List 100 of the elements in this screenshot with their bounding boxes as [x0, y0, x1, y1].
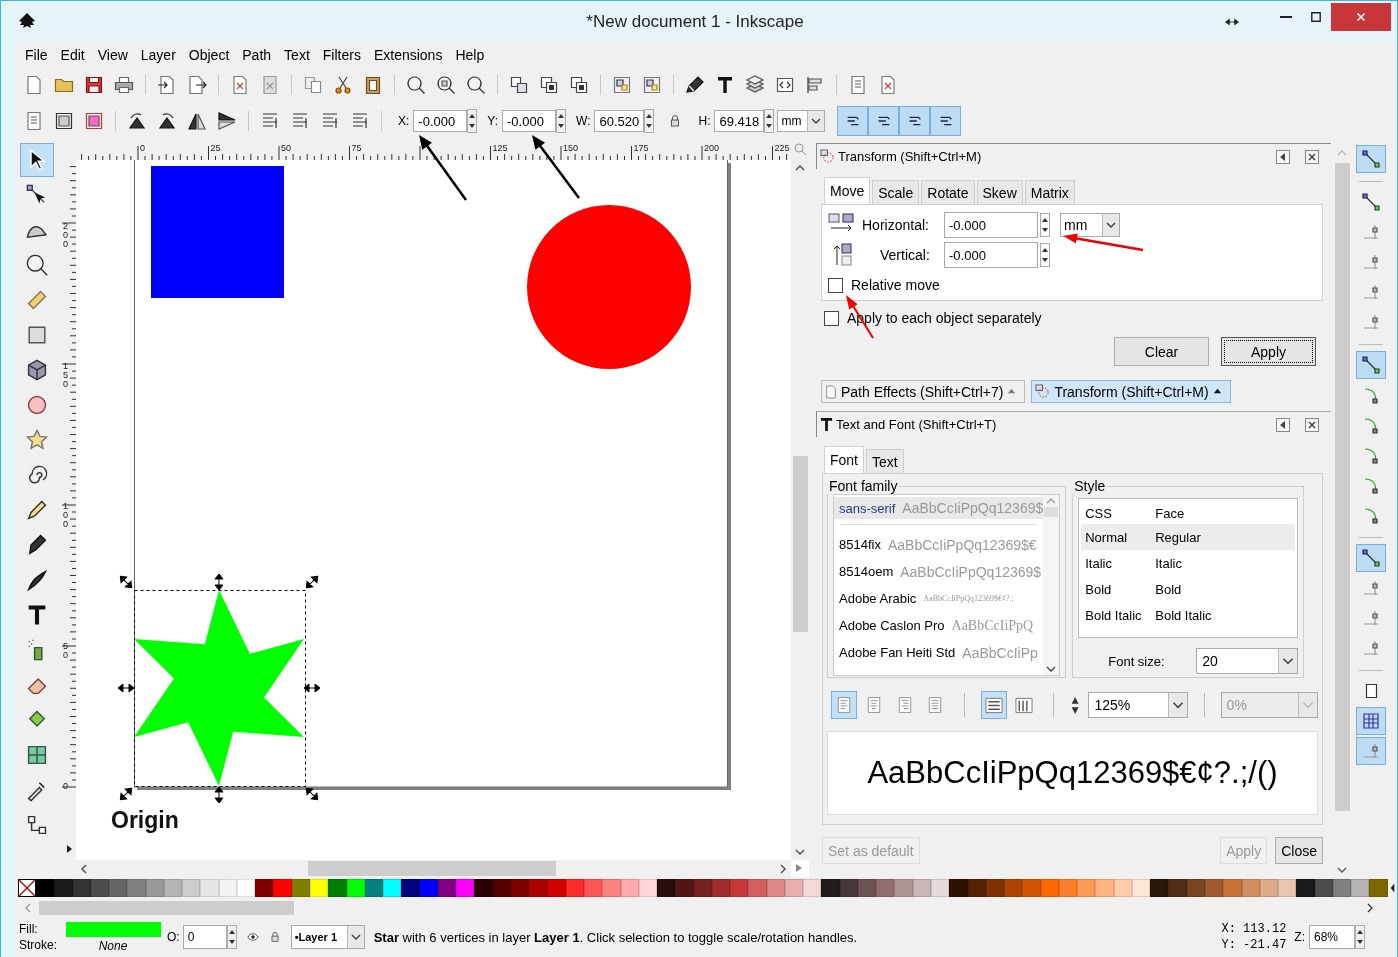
unit-dropdown[interactable]: mm	[777, 110, 826, 132]
menu-item[interactable]: Layer	[140, 47, 176, 63]
menu-item[interactable]: Filters	[322, 47, 361, 63]
x-label: X:	[398, 114, 410, 128]
clear-button[interactable]: Clear	[1114, 337, 1209, 366]
font-name: 8514fix	[839, 537, 881, 552]
font-name: Adobe Fan Heiti Std	[839, 645, 956, 660]
font-sample: AaBbCcIiPpQ	[951, 617, 1034, 634]
height-label: H:	[698, 114, 711, 128]
vertical-field[interactable]: -0.000	[944, 242, 1038, 268]
ruler-label: 100	[63, 501, 68, 529]
unit-dropdown[interactable]: mm	[1060, 213, 1120, 237]
line-spacing-combo[interactable]: 125%	[1088, 692, 1188, 718]
y-field[interactable]: -0.000	[502, 110, 557, 132]
font-row[interactable]: sans-serif AaBbCcIiPpQq12369$	[834, 497, 1044, 519]
stroke-label: Stroke:	[19, 938, 58, 952]
tab[interactable]: Skew	[976, 180, 1023, 204]
style-row[interactable]: Bold Italic Bold Italic	[1081, 602, 1296, 628]
panel-title: Transform (Shift+Ctrl+M)	[838, 149, 982, 164]
font-row[interactable]: 8514oem AaBbCcIiPpQq12369$	[834, 558, 1044, 585]
menu-item[interactable]: View	[97, 47, 128, 63]
frame-label: Style	[1073, 478, 1107, 494]
style-face: Regular	[1155, 529, 1201, 545]
menu-item[interactable]: Edit	[60, 47, 85, 63]
ruler-label: 50	[63, 641, 68, 660]
frame-label: Font family	[828, 478, 899, 494]
ruler-label: 200	[704, 143, 720, 153]
panel-title: Text and Font (Shift+Ctrl+T)	[836, 417, 997, 432]
font-name: sans-serif	[839, 500, 896, 516]
style-row[interactable]: Bold Bold	[1081, 576, 1296, 602]
ruler-label: 125	[492, 143, 508, 153]
style-face: Italic	[1155, 555, 1182, 571]
dock-tab-label: Transform (Shift+Ctrl+M)	[1054, 383, 1209, 400]
width-field[interactable]: 60.520	[594, 110, 645, 132]
dock-tab[interactable]: Transform (Shift+Ctrl+M)	[1031, 380, 1231, 403]
layer-dropdown[interactable]: •Layer 1	[290, 925, 365, 949]
preview-text: AaBbCcIiPpQq12369$€¢?.;/()	[867, 755, 1278, 791]
window-title: *New document 1 - Inkscape	[585, 11, 805, 32]
font-name: Adobe Arabic	[839, 591, 917, 606]
horizontal-label: Horizontal:	[862, 217, 930, 233]
ruler-label: 225	[774, 143, 790, 153]
menu-item[interactable]: Text	[284, 47, 310, 63]
opacity-label: O:	[167, 930, 180, 944]
font-sample: AaBbCcIiPpQq12369$	[900, 563, 1042, 580]
menu-item[interactable]: File	[25, 47, 48, 63]
tab[interactable]: Scale	[872, 180, 920, 204]
style-face: Bold Italic	[1155, 607, 1212, 623]
menu-item[interactable]: Help	[455, 47, 485, 63]
ruler-label: 150	[63, 361, 68, 389]
tab[interactable]: Font	[824, 446, 864, 473]
font-row[interactable]: Adobe Fan Heiti Std AaBbCcIiPp	[834, 639, 1044, 666]
menu-item[interactable]: Extensions	[373, 47, 443, 63]
zoom-field[interactable]: 68%	[1309, 925, 1355, 949]
style-css: Bold	[1085, 581, 1113, 597]
font-name: 8514oem	[839, 564, 894, 579]
tab[interactable]: Matrix	[1024, 180, 1075, 204]
horizontal-field[interactable]: -0.000	[944, 212, 1038, 238]
font-sample: AaBbCcIiPp	[962, 644, 1038, 661]
ruler-label: 200	[63, 221, 68, 249]
cursor-x: X: 113.12	[1221, 922, 1287, 936]
status-message: Star with 6 vertices in layer Layer 1. Click selection to toggle scale/rotation handles.	[373, 929, 858, 945]
close-button[interactable]: Close	[1275, 837, 1323, 864]
ruler-label: 50	[281, 143, 291, 153]
font-row[interactable]: 8514fix AaBbCcIiPpQq12369$€	[834, 531, 1044, 558]
style-css: Normal	[1085, 529, 1129, 545]
stroke-value[interactable]: None	[98, 938, 128, 953]
dock-tab-label: Path Effects (Shift+Ctrl+7)	[841, 383, 1004, 400]
column-header: CSS	[1085, 505, 1113, 521]
dock-tab[interactable]: Path Effects (Shift+Ctrl+7)	[821, 380, 1026, 403]
height-field[interactable]: 69.418	[714, 110, 765, 132]
tab[interactable]: Rotate	[921, 180, 975, 204]
zoom-label: Z:	[1294, 930, 1305, 944]
font-sample: AaBbCcIiPpQq12369$€	[887, 536, 1037, 553]
x-field[interactable]: -0.000	[413, 110, 468, 132]
width-label: W:	[576, 114, 591, 128]
checkbox-label[interactable]: Relative move	[851, 277, 940, 293]
ruler-label: 175	[633, 143, 649, 153]
origin-label: Origin	[111, 807, 179, 833]
fill-label: Fill:	[19, 922, 39, 936]
opacity-field[interactable]: 0	[182, 925, 227, 949]
column-header: Face	[1155, 505, 1185, 521]
apply-button[interactable]: Apply	[1221, 337, 1316, 366]
font-size-combo[interactable]: 20	[1196, 648, 1299, 674]
vertical-label: Vertical:	[879, 247, 931, 263]
font-row[interactable]: Adobe Arabic AaBbCcIiPpQq12369$€¢?.;	[834, 585, 1044, 612]
style-row[interactable]: Normal Regular	[1081, 524, 1296, 550]
tab[interactable]: Move	[824, 177, 871, 204]
ruler-label: 0	[63, 781, 68, 791]
menu-item[interactable]: Object	[188, 47, 230, 63]
style-row[interactable]: Italic Italic	[1081, 550, 1296, 576]
font-sample: AaBbCcIiPpQq12369$	[902, 500, 1044, 516]
font-size-label: Font size:	[1108, 653, 1165, 669]
canvas[interactable]: Origin	[76, 160, 791, 860]
ruler-label: 25	[210, 143, 221, 153]
menu-item[interactable]: Path	[242, 47, 272, 63]
y-label: Y:	[487, 114, 499, 128]
font-row[interactable]: Adobe Caslon Pro AaBbCcIiPpQ	[834, 612, 1044, 639]
style-css: Bold Italic	[1085, 607, 1143, 623]
tab[interactable]: Text	[866, 449, 904, 473]
font-name: Adobe Caslon Pro	[839, 618, 945, 633]
